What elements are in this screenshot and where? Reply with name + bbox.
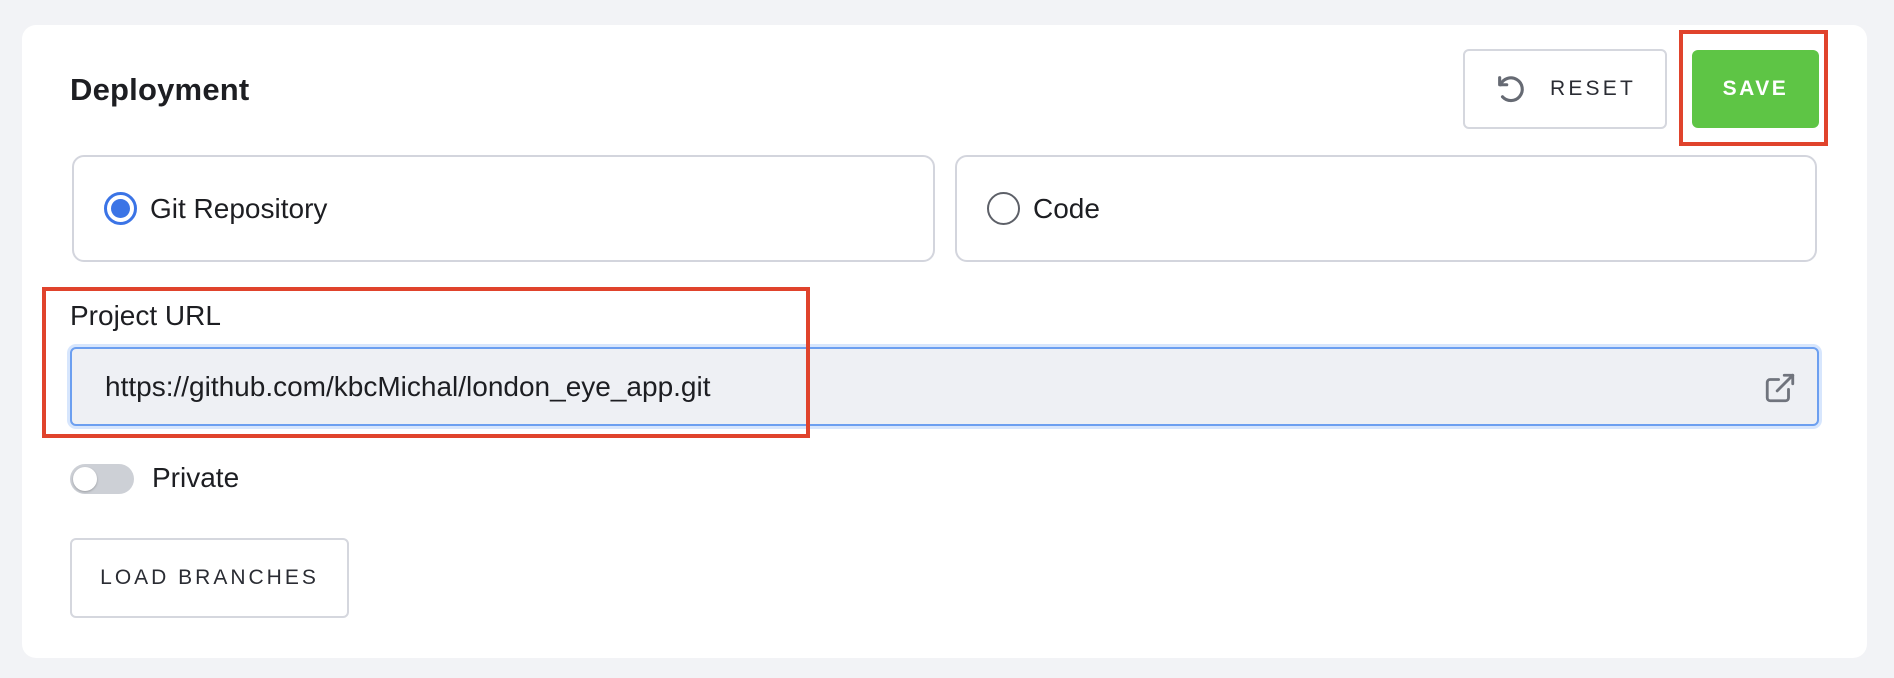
load-branches-label: LOAD BRANCHES xyxy=(100,566,319,589)
private-toggle[interactable] xyxy=(70,464,134,494)
private-toggle-label: Private xyxy=(152,462,240,493)
section-title: Deployment xyxy=(70,72,250,107)
toggle-knob xyxy=(73,467,97,491)
reset-button[interactable]: RESET xyxy=(1463,49,1667,129)
git-repository-label: Git Repository xyxy=(150,192,328,224)
external-link-icon[interactable] xyxy=(1763,371,1797,405)
source-option-git-repository[interactable]: Git Repository xyxy=(72,155,935,262)
reset-icon xyxy=(1498,76,1524,103)
reset-button-label: RESET xyxy=(1549,77,1636,100)
project-url-highlight-box xyxy=(42,287,810,438)
git-repository-radio[interactable] xyxy=(104,192,137,225)
code-radio[interactable] xyxy=(987,192,1020,225)
save-highlight-box xyxy=(1679,30,1828,146)
code-label: Code xyxy=(1033,192,1100,224)
load-branches-button[interactable]: LOAD BRANCHES xyxy=(70,538,349,618)
source-option-code[interactable]: Code xyxy=(955,155,1817,262)
